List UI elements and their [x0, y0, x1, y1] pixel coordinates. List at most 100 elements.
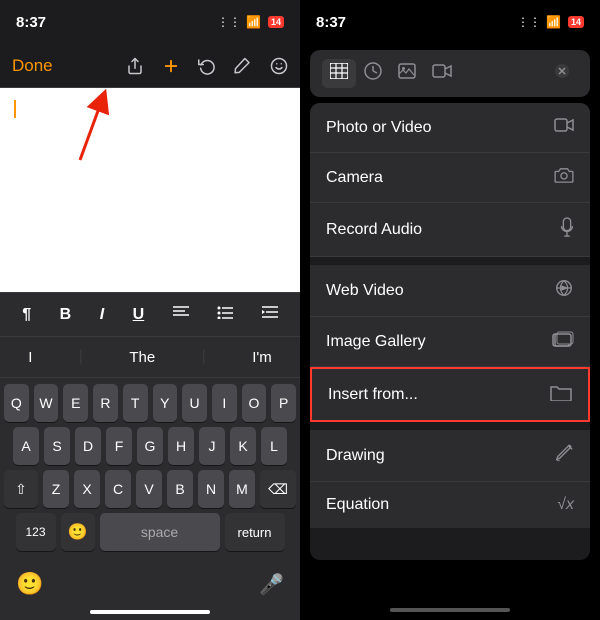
- notes-toolbar: Done: [0, 44, 300, 88]
- key-shift[interactable]: ⇧: [4, 470, 38, 508]
- key-n[interactable]: N: [198, 470, 224, 508]
- left-panel: 8:37 ⋮⋮ 📶 14 Done: [0, 0, 300, 620]
- tab-table[interactable]: [322, 59, 356, 88]
- menu-item-drawing[interactable]: Drawing: [310, 430, 590, 482]
- equation-icon: √x: [557, 496, 574, 514]
- key-123[interactable]: 123: [16, 513, 56, 551]
- key-v[interactable]: V: [136, 470, 162, 508]
- keyboard-row-1: Q W E R T Y U I O P: [4, 384, 296, 422]
- note-area[interactable]: [0, 88, 300, 292]
- insert-from-label: Insert from...: [328, 386, 418, 404]
- share-icon[interactable]: [126, 57, 144, 75]
- key-return[interactable]: return: [225, 513, 285, 551]
- text-cursor: [14, 100, 16, 118]
- menu-item-insert-from[interactable]: Insert from...: [310, 367, 590, 422]
- key-b[interactable]: B: [167, 470, 193, 508]
- photo-video-icon: [554, 117, 574, 138]
- web-video-icon: [554, 279, 574, 302]
- done-button[interactable]: Done: [12, 56, 53, 76]
- key-d[interactable]: D: [75, 427, 101, 465]
- key-e[interactable]: E: [63, 384, 88, 422]
- underline-format-icon[interactable]: U: [127, 302, 151, 328]
- menu-item-record-audio[interactable]: Record Audio: [310, 203, 590, 257]
- key-r[interactable]: R: [93, 384, 118, 422]
- key-t[interactable]: T: [123, 384, 148, 422]
- markup-icon[interactable]: [234, 57, 252, 75]
- key-a[interactable]: A: [13, 427, 39, 465]
- mic-keyboard-icon[interactable]: 🎤: [259, 572, 284, 597]
- key-w[interactable]: W: [34, 384, 59, 422]
- key-q[interactable]: Q: [4, 384, 29, 422]
- menu-item-image-gallery[interactable]: Image Gallery: [310, 317, 590, 367]
- paragraph-format-icon[interactable]: ¶: [16, 302, 37, 328]
- camera-label: Camera: [326, 169, 383, 187]
- key-j[interactable]: J: [199, 427, 225, 465]
- key-s[interactable]: S: [44, 427, 70, 465]
- align-format-icon[interactable]: [167, 301, 195, 328]
- key-u[interactable]: U: [182, 384, 207, 422]
- tab-image[interactable]: [390, 59, 424, 88]
- bold-format-icon[interactable]: B: [54, 302, 78, 328]
- menu-item-equation[interactable]: Equation √x: [310, 482, 590, 528]
- key-c[interactable]: C: [105, 470, 131, 508]
- tab-video[interactable]: [424, 59, 460, 88]
- list-format-icon[interactable]: [211, 301, 239, 328]
- suggestion-the[interactable]: The: [119, 345, 165, 370]
- key-h[interactable]: H: [168, 427, 194, 465]
- tab-clock[interactable]: [356, 58, 390, 89]
- emoji-keyboard-icon[interactable]: 🙂: [16, 571, 43, 597]
- suggestion-i[interactable]: I: [18, 345, 42, 370]
- plus-icon[interactable]: [162, 57, 180, 75]
- image-gallery-icon: [552, 331, 574, 352]
- key-p[interactable]: P: [271, 384, 296, 422]
- key-i[interactable]: I: [212, 384, 237, 422]
- italic-format-icon[interactable]: I: [94, 302, 110, 328]
- key-emoji[interactable]: 🙂: [61, 513, 95, 551]
- key-o[interactable]: O: [242, 384, 267, 422]
- key-l[interactable]: L: [261, 427, 287, 465]
- camera-icon: [554, 167, 574, 188]
- right-status-bar: 8:37 ⋮⋮ 📶 14: [300, 0, 600, 44]
- key-z[interactable]: Z: [43, 470, 69, 508]
- battery-badge: 14: [268, 16, 284, 28]
- format-bar: ¶ B I U: [0, 292, 300, 336]
- menu-item-web-video[interactable]: Web Video: [310, 265, 590, 317]
- signal-icon: ⋮⋮: [217, 15, 241, 29]
- indent-format-icon[interactable]: [256, 301, 284, 328]
- keyboard: Q W E R T Y U I O P A S D F G H J K L ⇧ …: [0, 378, 300, 562]
- right-status-icons: ⋮⋮ 📶 14: [517, 15, 584, 29]
- menu-item-camera[interactable]: Camera: [310, 153, 590, 203]
- wifi-icon: 📶: [246, 15, 261, 29]
- keyboard-bottom-bar: 🙂 🎤: [0, 562, 300, 606]
- right-home-indicator: [390, 608, 510, 612]
- key-space[interactable]: space: [100, 513, 220, 551]
- keyboard-row-3: ⇧ Z X C V B N M ⌫: [4, 470, 296, 508]
- key-f[interactable]: F: [106, 427, 132, 465]
- emoji-icon[interactable]: [270, 57, 288, 75]
- folder-icon: [550, 383, 572, 406]
- right-wifi-icon: 📶: [546, 15, 561, 29]
- undo-icon[interactable]: [198, 57, 216, 75]
- close-button[interactable]: [546, 59, 578, 88]
- key-y[interactable]: Y: [153, 384, 178, 422]
- menu-item-photo-video[interactable]: Photo or Video: [310, 103, 590, 153]
- key-k[interactable]: K: [230, 427, 256, 465]
- keyboard-row-4: 123 🙂 space return: [4, 513, 296, 551]
- key-x[interactable]: X: [74, 470, 100, 508]
- right-signal-icon: ⋮⋮: [517, 15, 541, 29]
- key-m[interactable]: M: [229, 470, 255, 508]
- menu-divider-2: [310, 422, 590, 430]
- left-status-time: 8:37: [16, 14, 46, 31]
- suggestion-im[interactable]: I'm: [242, 345, 282, 370]
- right-bottom-bar: [300, 560, 600, 620]
- photo-video-label: Photo or Video: [326, 119, 432, 137]
- toolbar-right-icons: [126, 57, 288, 75]
- menu-tab-bar: [310, 50, 590, 97]
- equation-label: Equation: [326, 496, 389, 514]
- key-g[interactable]: G: [137, 427, 163, 465]
- drawing-label: Drawing: [326, 447, 385, 465]
- record-audio-label: Record Audio: [326, 221, 422, 239]
- key-backspace[interactable]: ⌫: [260, 470, 296, 508]
- menu-divider-1: [310, 257, 590, 265]
- home-bar-wrap: [0, 606, 300, 620]
